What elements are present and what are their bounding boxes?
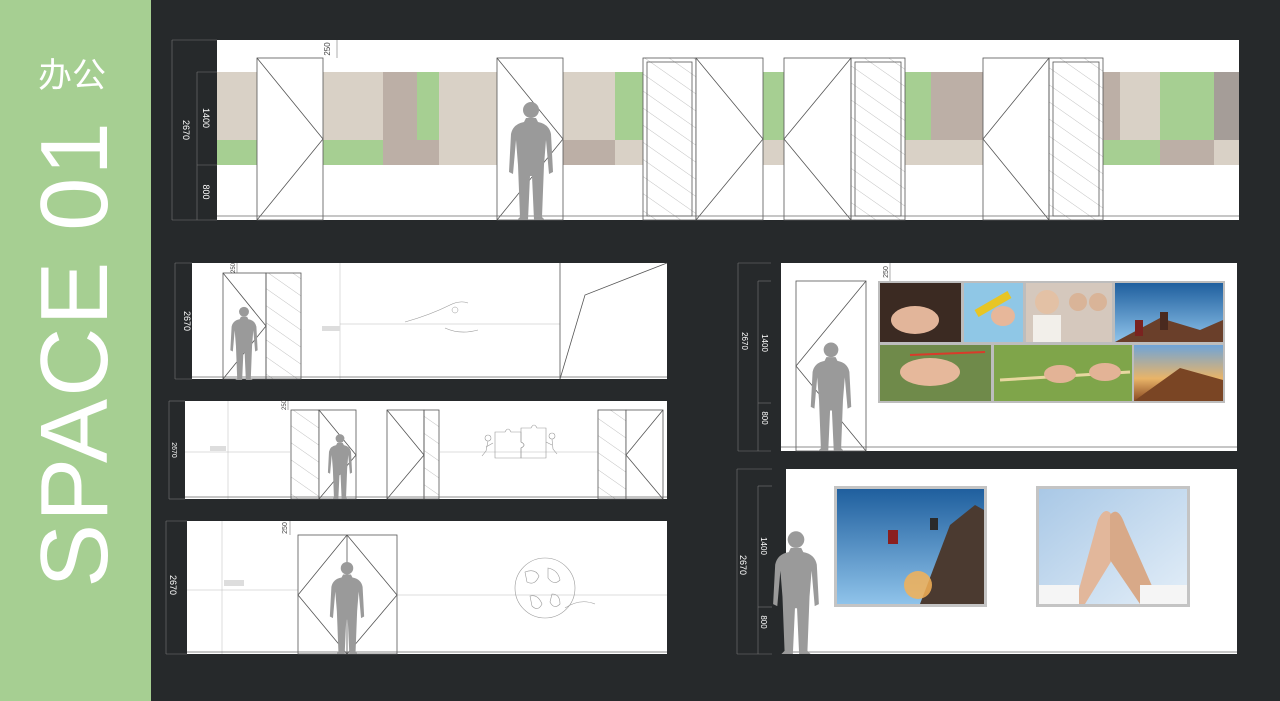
dim-top-offset: 250 (282, 522, 289, 534)
elevation-left-2: 2670 250 (168, 399, 667, 500)
dim-total-height: 2670 (168, 575, 178, 595)
dim-total-height: 2670 (738, 555, 748, 575)
dim-band-height: 1400 (759, 537, 768, 555)
dim-total-height: 2670 (740, 332, 749, 350)
dim-band-height: 1400 (760, 334, 769, 352)
elevation-right-2: 2670 1400 800 (736, 468, 1237, 655)
elevation-left-1: 2670 250 (174, 262, 668, 380)
elevation-right-1: 2670 1400 800 250 (737, 262, 1237, 452)
dim-total-height: 2670 (181, 120, 191, 140)
dim-top-offset: 250 (883, 266, 890, 278)
dim-band-height: 1400 (201, 108, 211, 128)
dim-top-offset: 250 (231, 262, 237, 273)
top-elevation: 2670 1400 800 250 (171, 39, 1239, 221)
dim-top-offset: 250 (282, 399, 288, 410)
dim-total-height: 2670 (182, 311, 192, 331)
elevation-drawings: 2670 1400 800 250 2670 250 2670 250 2670… (165, 39, 1239, 655)
dim-top-offset: 250 (323, 42, 332, 56)
dim-base-height: 800 (760, 411, 769, 425)
photo-collage (880, 283, 1223, 401)
elevation-left-3: 2670 250 (165, 520, 667, 655)
dim-total-height: 2670 (170, 442, 177, 458)
dim-base-height: 800 (759, 615, 768, 629)
dim-base-height: 800 (201, 184, 211, 199)
